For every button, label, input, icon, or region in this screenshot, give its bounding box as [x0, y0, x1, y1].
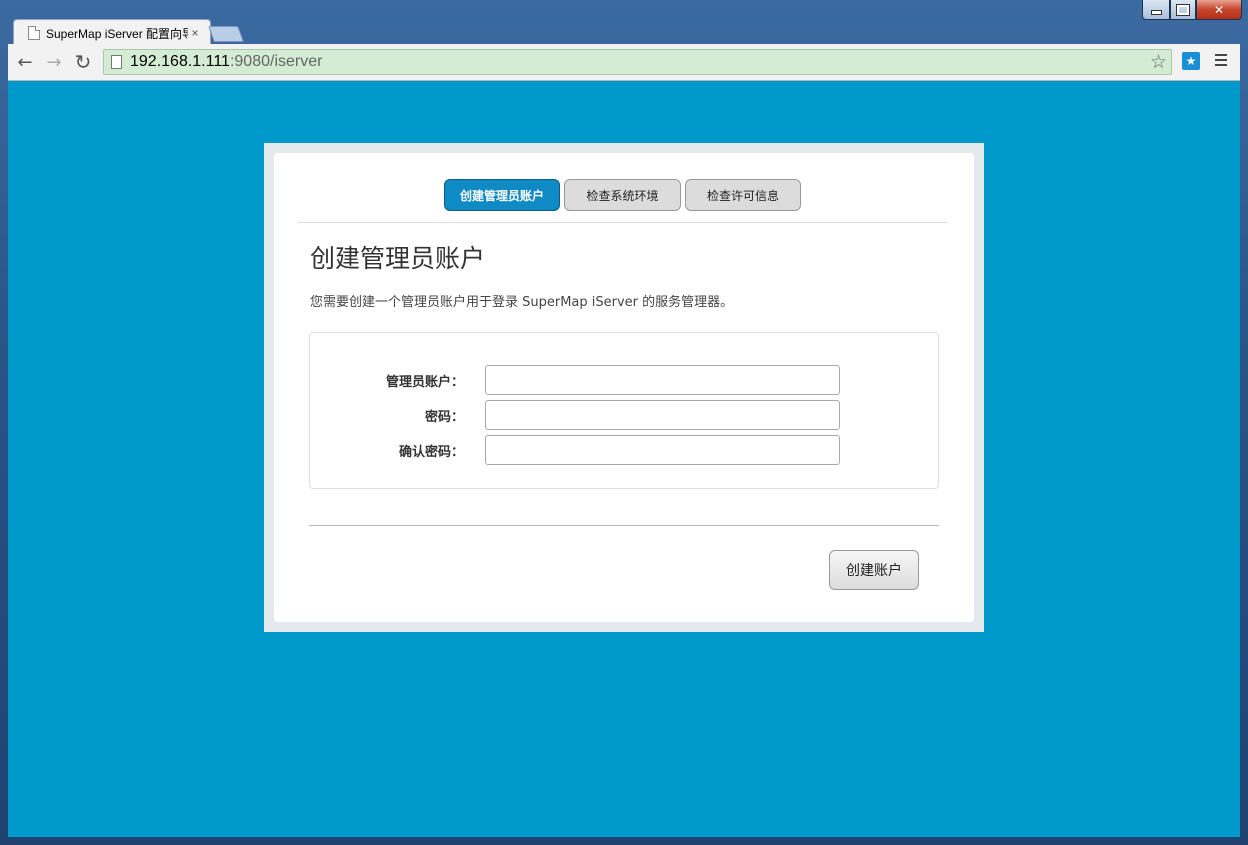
browser-tab[interactable]: SuperMap iServer 配置向导 ×	[13, 19, 211, 46]
tab-close-icon[interactable]: ×	[188, 26, 202, 40]
forward-arrow-icon: →	[46, 51, 62, 73]
maximize-button[interactable]	[1170, 0, 1196, 20]
page-title: 创建管理员账户	[310, 244, 486, 273]
minimize-button[interactable]	[1142, 0, 1170, 20]
step-create-admin[interactable]: 创建管理员账户	[444, 179, 560, 211]
browser-menu-icon[interactable]	[1215, 54, 1227, 69]
reload-button[interactable]: ↻	[72, 50, 94, 74]
confirm-password-input[interactable]	[485, 435, 840, 465]
extension-icon[interactable]: ★	[1182, 52, 1200, 70]
step-check-license[interactable]: 检查许可信息	[685, 179, 801, 211]
close-icon: ✕	[1213, 2, 1225, 17]
back-button[interactable]: ←	[14, 51, 36, 73]
close-window-button[interactable]: ✕	[1196, 0, 1242, 20]
new-tab-button[interactable]	[208, 26, 244, 42]
url-host: 192.168.1.111	[130, 53, 230, 70]
maximize-icon	[1176, 3, 1190, 16]
page-description: 您需要创建一个管理员账户用于登录 SuperMap iServer 的服务管理器…	[310, 295, 734, 310]
browser-toolbar: ← → ↻ 192.168.1.111:9080/iserver ☆ ★	[8, 44, 1240, 81]
page-icon	[111, 55, 122, 69]
browser-window: ✕ SuperMap iServer 配置向导 × ← → ↻ 192.168.…	[0, 0, 1248, 845]
password-input[interactable]	[485, 400, 840, 430]
minimize-icon	[1150, 9, 1162, 15]
url-path: :9080/iserver	[229, 53, 323, 70]
divider	[309, 525, 939, 526]
account-form: 管理员账户： 密码： 确认密码：	[309, 332, 939, 489]
create-account-button[interactable]: 创建账户	[829, 550, 919, 590]
divider	[298, 222, 948, 223]
step-check-environment[interactable]: 检查系统环境	[564, 179, 681, 211]
window-controls: ✕	[1142, 0, 1242, 20]
admin-account-input[interactable]	[485, 365, 840, 395]
page-icon	[28, 26, 40, 40]
page-viewport: 创建管理员账户 检查系统环境 检查许可信息 创建管理员账户 您需要创建一个管理员…	[8, 81, 1240, 837]
form-row-confirm: 确认密码：	[310, 435, 938, 465]
extension-star-icon: ★	[1185, 54, 1197, 68]
form-row-password: 密码：	[310, 400, 938, 430]
confirm-password-label: 确认密码：	[398, 445, 464, 460]
address-bar[interactable]: 192.168.1.111:9080/iserver ☆	[103, 49, 1172, 75]
wizard-card: 创建管理员账户 检查系统环境 检查许可信息 创建管理员账户 您需要创建一个管理员…	[274, 153, 974, 622]
back-arrow-icon: ←	[17, 51, 33, 73]
password-label: 密码：	[424, 410, 464, 425]
account-label: 管理员账户：	[385, 375, 464, 390]
reload-icon: ↻	[74, 50, 92, 74]
forward-button[interactable]: →	[43, 51, 65, 73]
wizard-panel: 创建管理员账户 检查系统环境 检查许可信息 创建管理员账户 您需要创建一个管理员…	[264, 143, 984, 632]
wizard-steps: 创建管理员账户 检查系统环境 检查许可信息	[444, 179, 801, 211]
form-row-account: 管理员账户：	[310, 365, 938, 395]
bookmark-star-icon[interactable]: ☆	[1150, 51, 1167, 74]
tab-title: SuperMap iServer 配置向导	[46, 26, 188, 41]
